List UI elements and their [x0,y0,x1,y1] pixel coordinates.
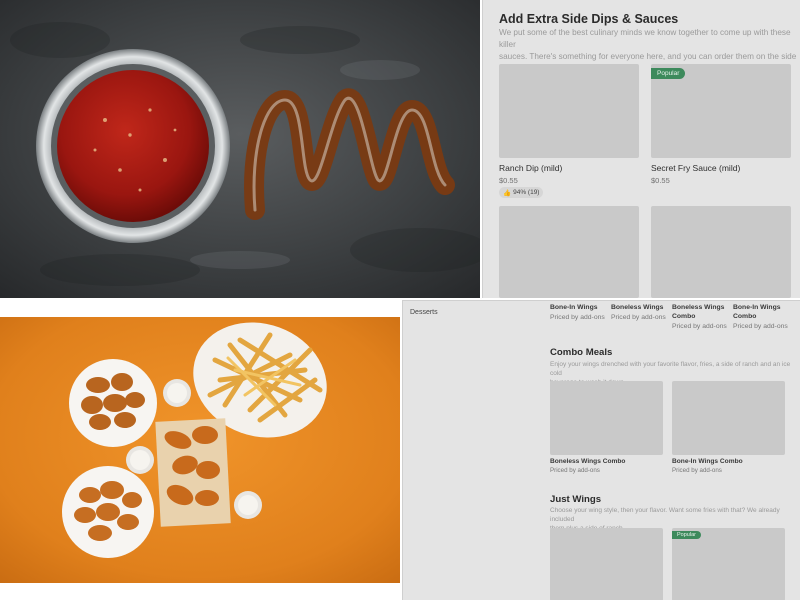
popular-badge: Popular [672,531,701,539]
item-image-placeholder [499,206,639,298]
menu-item-ranch-dip[interactable]: Ranch Dip (mild) $0.55 👍 94% (19) [499,64,639,198]
item-price: $0.55 [651,176,670,185]
sauces-panel: Add Extra Side Dips & Sauces We put some… [482,0,800,298]
menu-panel: Desserts Bone-In Wings Priced by add-ons… [402,300,800,600]
menu-item-bone-in-wings-combo[interactable]: Bone-In Wings Combo Priced by add-ons [733,303,795,331]
sauces-section-title: Add Extra Side Dips & Sauces [499,12,679,26]
just-wings-title: Just Wings [550,494,602,505]
sauce-photo [0,0,480,298]
wings-fries-photo [0,300,400,600]
menu-item-card[interactable]: Popular [672,528,785,600]
menu-item-boneless-wings-combo-card[interactable]: Boneless Wings Combo Priced by add-ons [550,381,663,474]
item-image-placeholder [550,528,663,600]
popular-badge: Popular [651,68,686,79]
menu-item-boneless-wings-combo[interactable]: Boneless Wings Combo Priced by add-ons [672,303,732,331]
item-name: Ranch Dip (mild) [499,163,563,173]
menu-item-bone-in-wings-combo-card[interactable]: Bone-In Wings Combo Priced by add-ons [672,381,785,474]
nav-item-desserts[interactable]: Desserts [410,309,438,316]
item-name: Bone-In Wings Combo [672,458,743,465]
menu-item-boneless-wings[interactable]: Boneless Wings Priced by add-ons [611,303,671,322]
item-price: $0.55 [499,176,518,185]
combo-meals-title: Combo Meals [550,347,613,358]
menu-item-bone-in-wings[interactable]: Bone-In Wings Priced by add-ons [550,303,610,322]
item-price: Priced by add-ons [550,467,600,474]
menu-item-card[interactable] [651,206,791,298]
item-name: Boneless Wings Combo [550,458,626,465]
item-rating: 👍 94% (19) [499,187,544,198]
thumbs-up-icon: 👍 [503,189,512,197]
menu-item-secret-fry-sauce[interactable]: Popular Secret Fry Sauce (mild) $0.55 [651,64,791,194]
item-price: Priced by add-ons [672,467,722,474]
menu-item-card[interactable] [499,206,639,298]
item-image-placeholder [651,206,791,298]
item-name: Secret Fry Sauce (mild) [651,163,741,173]
item-image-placeholder [499,64,639,158]
menu-item-card[interactable] [550,528,663,600]
item-image-placeholder [550,381,663,455]
item-image-placeholder [672,381,785,455]
